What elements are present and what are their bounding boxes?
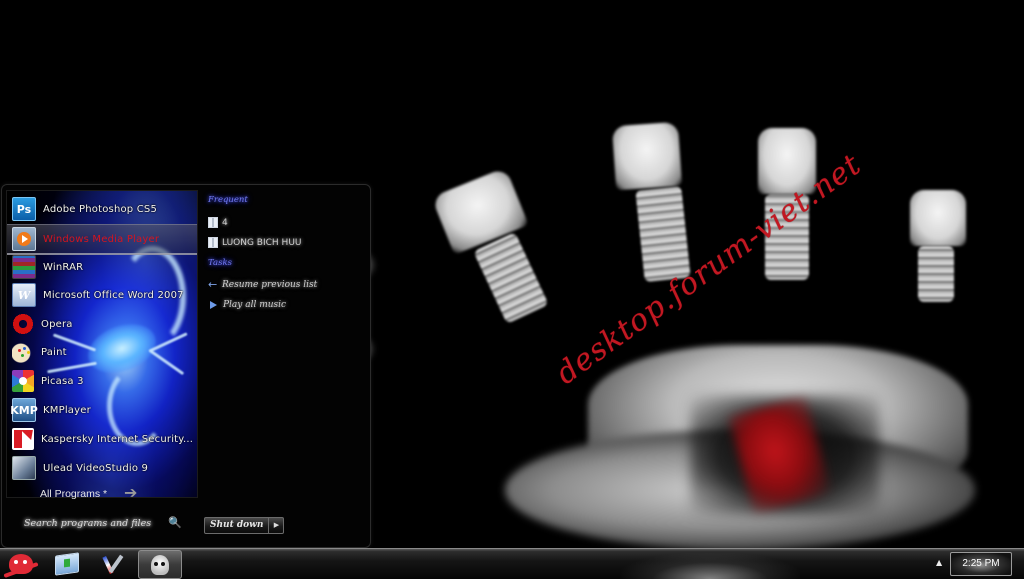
program-label: Paint (41, 346, 67, 358)
taskbar-pinned-installer[interactable] (46, 549, 88, 579)
installer-icon (55, 552, 79, 576)
search-placeholder: Search programs and files (24, 517, 152, 529)
program-item-picasa[interactable]: Picasa 3 (7, 367, 197, 395)
program-label: Microsoft Office Word 2007 (43, 289, 184, 301)
opera-icon (12, 313, 34, 335)
search-icon[interactable]: 🔍 (168, 516, 182, 529)
kaspersky-icon (12, 428, 34, 450)
jump-list-label: 4 (222, 217, 228, 228)
jump-list-panel: Frequent 4 LUONG BICH HUU Tasks ← Resume… (198, 185, 370, 547)
program-label: Picasa 3 (41, 375, 84, 387)
program-item-windows-media-player[interactable]: Windows Media Player (7, 224, 197, 255)
wallpaper-finger (611, 121, 683, 191)
program-label: Opera (41, 318, 73, 330)
program-item-ulead[interactable]: Ulead VideoStudio 9 (7, 454, 197, 482)
word-icon: W (12, 283, 36, 307)
program-item-winrar[interactable]: WinRAR (7, 253, 197, 281)
shutdown-options-arrow[interactable]: ▶ (269, 517, 285, 534)
task-label: Resume previous list (222, 280, 318, 290)
picasa-icon (12, 370, 34, 392)
start-button[interactable] (0, 549, 42, 579)
skull-icon (151, 554, 169, 575)
start-menu: Ps Adobe Photoshop CS5 Windows Media Pla… (1, 184, 371, 548)
jump-list-item[interactable]: LUONG BICH HUU (208, 237, 302, 248)
program-item-kaspersky[interactable]: Kaspersky Internet Security... (7, 425, 197, 453)
ulead-icon (12, 456, 36, 480)
winrar-icon (12, 255, 36, 279)
arrow-left-icon: ← (208, 278, 218, 291)
frequent-heading: Frequent (208, 195, 248, 205)
task-label: Play all music (223, 300, 287, 310)
skull-crossbones-icon (9, 554, 33, 574)
windows-media-player-icon (12, 227, 36, 251)
shutdown-group: Shut down ▶ (204, 517, 285, 534)
clock[interactable]: 2:25 PM (950, 552, 1012, 576)
program-item-photoshop[interactable]: Ps Adobe Photoshop CS5 (7, 195, 197, 223)
kmplayer-icon: KMP (10, 398, 38, 422)
jump-list-item[interactable]: 4 (208, 217, 228, 228)
search-input[interactable]: Search programs and files 🔍 (14, 512, 184, 534)
taskbar-pinned-skull-app[interactable] (138, 550, 182, 579)
paint-icon (12, 341, 34, 363)
arrow-right-icon[interactable]: ➔ (124, 483, 137, 502)
program-label: Kaspersky Internet Security... (41, 433, 194, 445)
task-item-resume[interactable]: ← Resume previous list (208, 278, 318, 291)
jump-list-label: LUONG BICH HUU (222, 237, 302, 248)
wallpaper-finger (473, 232, 549, 324)
program-label: Ulead VideoStudio 9 (43, 462, 149, 474)
task-item-play-all[interactable]: Play all music (208, 300, 286, 310)
program-label: Adobe Photoshop CS5 (43, 203, 158, 215)
program-item-kmplayer[interactable]: KMP KMPlayer (7, 396, 197, 424)
program-label: KMPlayer (43, 404, 91, 416)
wallpaper-finger (910, 190, 966, 246)
document-icon (208, 237, 218, 248)
program-item-paint[interactable]: Paint (7, 338, 197, 366)
taskbar: ▲ 2:25 PM (0, 548, 1024, 579)
program-label: Windows Media Player (43, 233, 160, 245)
wallpaper-finger (918, 246, 954, 302)
program-label: WinRAR (43, 261, 84, 273)
program-item-word[interactable]: W Microsoft Office Word 2007 (7, 281, 197, 309)
taskbar-glow (620, 553, 800, 579)
photoshop-icon: Ps (12, 197, 36, 221)
tools-icon (104, 554, 124, 574)
document-icon (208, 217, 218, 228)
program-item-opera[interactable]: Opera (7, 310, 197, 338)
play-icon (210, 301, 217, 309)
all-programs-button[interactable]: All Programs * (40, 488, 107, 500)
programs-panel: Ps Adobe Photoshop CS5 Windows Media Pla… (6, 190, 198, 498)
shutdown-button[interactable]: Shut down (204, 517, 270, 534)
tasks-heading: Tasks (208, 258, 232, 268)
show-hidden-icons-arrow[interactable]: ▲ (936, 558, 942, 567)
taskbar-pinned-tools[interactable] (93, 549, 135, 579)
